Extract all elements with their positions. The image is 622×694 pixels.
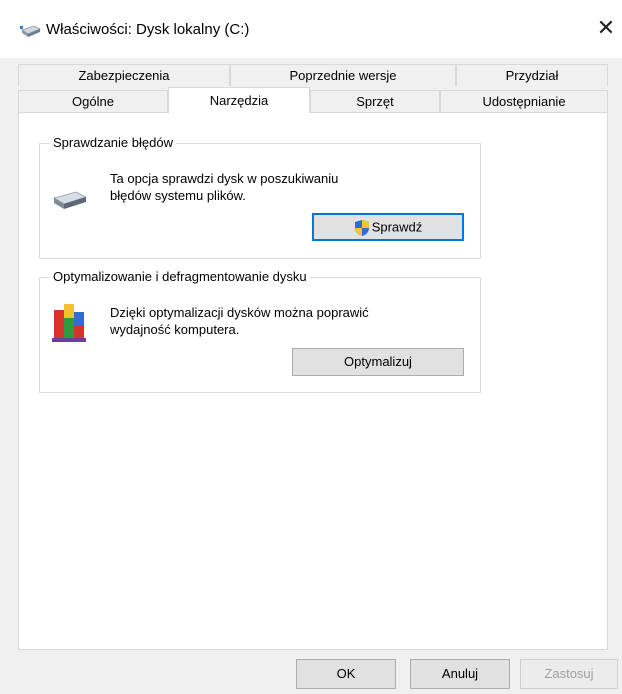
defrag-icon bbox=[52, 302, 86, 344]
cancel-button[interactable]: Anuluj bbox=[410, 659, 510, 689]
tools-tab-panel: Sprawdzanie błędów Ta opcja sprawdzi dys… bbox=[18, 112, 608, 650]
tab-przydzial[interactable]: Przydział bbox=[456, 64, 608, 86]
optimize-description-line1: Dzięki optymalizacji dysków można popraw… bbox=[110, 305, 369, 320]
optimize-description-line2: wydajność komputera. bbox=[110, 322, 240, 337]
tab-zabezpieczenia[interactable]: Zabezpieczenia bbox=[18, 64, 230, 86]
optimize-button[interactable]: Optymalizuj bbox=[292, 348, 464, 376]
properties-window: Właściwości: Dysk lokalny (C:) ✕ Zabezpi… bbox=[0, 0, 622, 694]
optimize-group: Optymalizowanie i defragmentowanie dysku… bbox=[39, 269, 481, 393]
tab-narzedzia[interactable]: Narzędzia bbox=[168, 87, 310, 113]
error-check-description-line1: Ta opcja sprawdzi dysk w poszukiwaniu bbox=[110, 171, 339, 186]
uac-shield-icon bbox=[354, 219, 370, 237]
close-button[interactable]: ✕ bbox=[594, 16, 618, 40]
error-check-title: Sprawdzanie błędów bbox=[50, 135, 176, 150]
title-bar: Właściwości: Dysk lokalny (C:) ✕ bbox=[0, 0, 622, 58]
check-button-label: Sprawdź bbox=[371, 219, 423, 235]
tab-poprzednie-wersje[interactable]: Poprzednie wersje bbox=[230, 64, 456, 86]
ok-button[interactable]: OK bbox=[296, 659, 396, 689]
tab-sprzet[interactable]: Sprzęt bbox=[310, 90, 440, 112]
window-title: Właściwości: Dysk lokalny (C:) bbox=[46, 21, 250, 38]
drive-icon bbox=[52, 189, 88, 211]
apply-button[interactable]: Zastosuj bbox=[520, 659, 618, 689]
drive-icon bbox=[20, 24, 42, 38]
check-button[interactable]: Sprawdź bbox=[312, 213, 464, 241]
error-check-group: Sprawdzanie błędów Ta opcja sprawdzi dys… bbox=[39, 135, 481, 259]
tab-ogolne[interactable]: Ogólne bbox=[18, 90, 168, 112]
tab-udostepnianie[interactable]: Udostępnianie bbox=[440, 90, 608, 112]
optimize-title: Optymalizowanie i defragmentowanie dysku bbox=[50, 269, 310, 284]
error-check-description-line2: błędów systemu plików. bbox=[110, 188, 246, 203]
